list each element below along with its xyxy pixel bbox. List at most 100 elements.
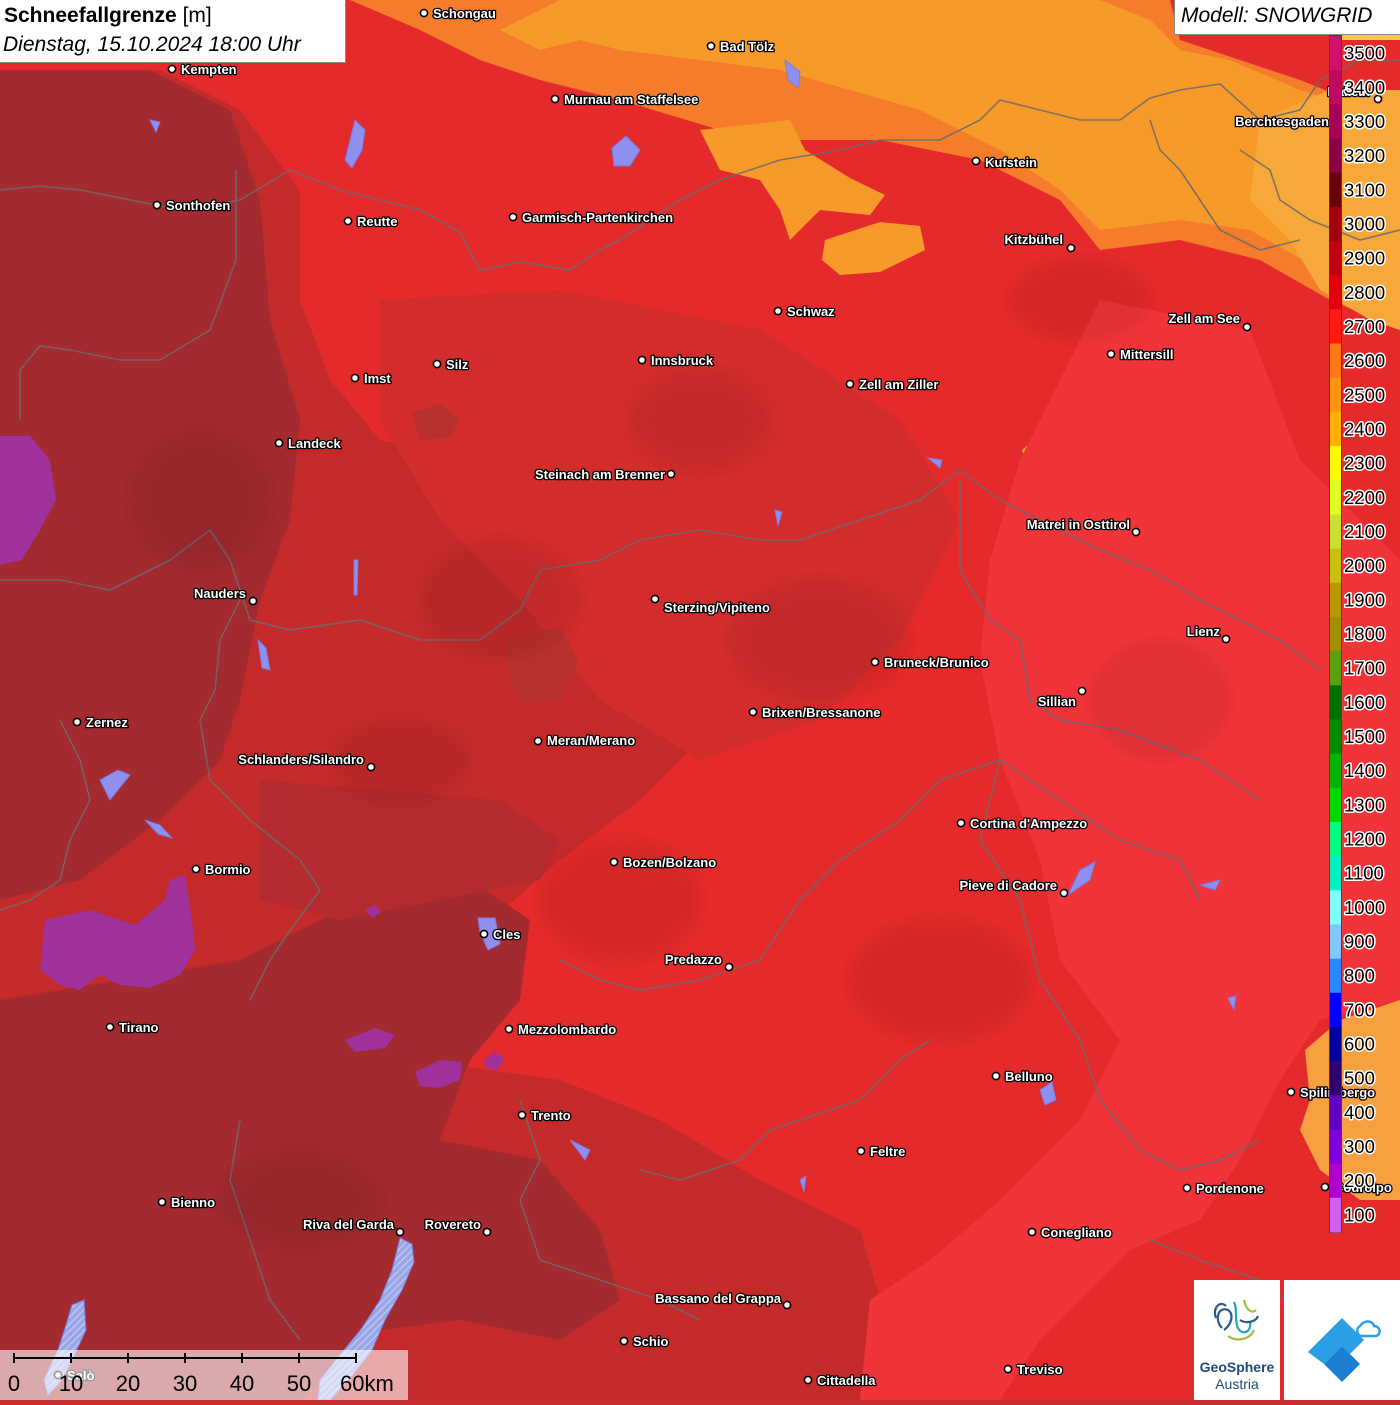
city-marker[interactable]: Brixen/Bressanone (748, 704, 882, 721)
partner-logo[interactable] (1284, 1280, 1400, 1400)
city-dot (550, 94, 560, 104)
legend-swatch (1330, 890, 1341, 925)
city-label: Belluno (1005, 1069, 1053, 1084)
legend-label: 2100 (1344, 521, 1385, 542)
city-dot (619, 1336, 629, 1346)
legend-label: 1400 (1344, 760, 1385, 781)
legend-label: 2000 (1344, 555, 1385, 576)
city-marker[interactable]: Steinach am Brenner (534, 466, 676, 483)
scale-tick-label: 20 (116, 1371, 140, 1396)
city-marker[interactable]: Conegliano (1027, 1224, 1113, 1241)
legend-swatch (1330, 856, 1341, 891)
scale-bar-graphic: 0 10 20 30 40 50 60km (8, 1353, 394, 1396)
city-dot (479, 929, 489, 939)
city-label: Schlanders/Silandro (238, 752, 364, 767)
city-marker[interactable]: Garmisch-Partenkirchen (508, 209, 674, 226)
city-dot (991, 1071, 1001, 1081)
legend-swatch (1330, 582, 1341, 618)
city-label: Predazzo (665, 952, 722, 967)
legend-label: 2800 (1344, 282, 1385, 303)
city-dot (971, 156, 981, 166)
city-dot (706, 41, 716, 51)
city-label: Mezzolombardo (518, 1022, 616, 1037)
city-dot (1242, 322, 1252, 332)
city-dot (1221, 634, 1231, 644)
city-dot (366, 762, 376, 772)
city-label: Zell am See (1168, 311, 1240, 326)
legend-label: 1500 (1344, 726, 1385, 747)
city-label: Kufstein (985, 155, 1037, 170)
legend-swatch (1330, 377, 1341, 413)
city-label: Bormio (205, 862, 251, 877)
city-label: Tirano (119, 1020, 159, 1035)
legend-label: 1000 (1344, 897, 1385, 918)
legend-swatch (1330, 241, 1341, 276)
city-marker[interactable]: Zell am Ziller (845, 376, 940, 393)
legend-label: 1600 (1344, 692, 1385, 713)
city-label: Cittadella (817, 1373, 876, 1388)
city-dot (856, 1146, 866, 1156)
city-marker[interactable]: Bozen/Bolzano (609, 854, 718, 871)
city-label: Reutte (357, 214, 397, 229)
legend-swatch (1330, 411, 1341, 447)
legend-swatch (1330, 1026, 1341, 1062)
legend-label: 2500 (1344, 384, 1385, 405)
legend-label: 2600 (1344, 350, 1385, 371)
city-dot (666, 469, 676, 479)
city-marker[interactable]: Murnau am Staffelsee (550, 91, 700, 108)
legend-swatch (1330, 616, 1341, 652)
city-label: Treviso (1017, 1362, 1063, 1377)
scale-tick-label: 50 (287, 1371, 311, 1396)
city-marker[interactable]: Mezzolombardo (504, 1021, 618, 1038)
map-canvas[interactable]: Schongau Bad Tölz Kempten Murnau am Staffel… (0, 0, 1400, 1400)
forecast-datetime: Dienstag, 15.10.2024 18:00 Uhr (3, 33, 301, 56)
geosphere-logo[interactable]: GeoSphere Austria (1194, 1280, 1280, 1400)
city-label: Feltre (870, 1144, 905, 1159)
city-marker[interactable]: Berchtesgaden (1234, 113, 1340, 130)
legend-label: 700 (1344, 999, 1375, 1020)
legend-label: 2400 (1344, 418, 1385, 439)
city-dot (1027, 1227, 1037, 1237)
city-label: Conegliano (1041, 1225, 1112, 1240)
city-label: Innsbruck (651, 353, 714, 368)
legend-label: 200 (1344, 1170, 1375, 1191)
legend-label: 100 (1344, 1204, 1375, 1225)
city-label: Zernez (86, 715, 128, 730)
legend-swatch (1330, 1129, 1341, 1165)
geosphere-country: Austria (1215, 1376, 1259, 1392)
city-label: Bruneck/Brunico (884, 655, 989, 670)
scale-tick-label: 10 (59, 1371, 83, 1396)
city-dot (782, 1300, 792, 1310)
legend-label: 900 (1344, 931, 1375, 952)
legend-swatch (1330, 1061, 1341, 1096)
city-marker[interactable]: Meran/Merano (533, 732, 636, 749)
legend-swatch (1330, 70, 1341, 105)
legend-label: 1100 (1344, 863, 1384, 884)
city-marker[interactable]: Bassano del Grappa (654, 1290, 792, 1310)
city-label: Cortina d'Ampezzo (970, 816, 1087, 831)
legend-swatch (1330, 514, 1341, 550)
city-dot (724, 962, 734, 972)
city-dot (517, 1110, 527, 1120)
legend-swatch (1330, 548, 1341, 584)
city-dot (1003, 1364, 1013, 1374)
legend-swatch (1330, 685, 1341, 720)
city-label: Bad Tölz (720, 39, 775, 54)
city-dot (1106, 349, 1116, 359)
city-label: Bassano del Grappa (655, 1291, 781, 1306)
city-marker[interactable]: Cortina d'Ampezzo (956, 815, 1089, 832)
city-dot (1077, 686, 1087, 696)
city-dot (845, 379, 855, 389)
city-label: Imst (364, 371, 391, 386)
city-dot (152, 200, 162, 210)
legend-swatch (1330, 343, 1341, 379)
parameter-unit: [m] (182, 4, 212, 27)
city-marker[interactable]: Pordenone (1182, 1180, 1265, 1197)
city-marker[interactable]: Bruneck/Brunico (870, 654, 990, 671)
legend-label: 1800 (1344, 624, 1385, 645)
city-label: Berchtesgaden (1235, 114, 1329, 129)
legend-label: 3200 (1344, 145, 1385, 166)
legend-label: 3400 (1344, 77, 1385, 98)
legend-swatch (1330, 1163, 1341, 1199)
city-dot (637, 355, 647, 365)
